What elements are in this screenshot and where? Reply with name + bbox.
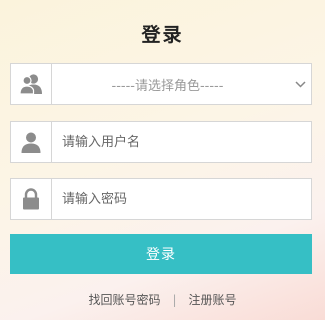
footer-links: 找回账号密码 | 注册账号: [0, 291, 325, 308]
user-icon: [11, 122, 52, 162]
role-select-value: -----请选择角色-----: [111, 78, 224, 94]
username-input[interactable]: [52, 123, 311, 161]
password-input[interactable]: [52, 180, 311, 218]
forgot-account-link[interactable]: 找回账号密码: [88, 291, 160, 308]
password-field: [10, 178, 312, 220]
login-title: 登录: [141, 24, 184, 46]
register-link[interactable]: 注册账号: [189, 291, 237, 308]
lock-icon: [11, 179, 52, 219]
login-button[interactable]: 登录: [10, 234, 312, 274]
role-select[interactable]: -----请选择角色-----: [10, 63, 312, 105]
chevron-down-icon: [289, 80, 311, 88]
username-field: [10, 121, 312, 163]
link-separator: |: [172, 292, 177, 307]
users-icon: [11, 64, 52, 104]
